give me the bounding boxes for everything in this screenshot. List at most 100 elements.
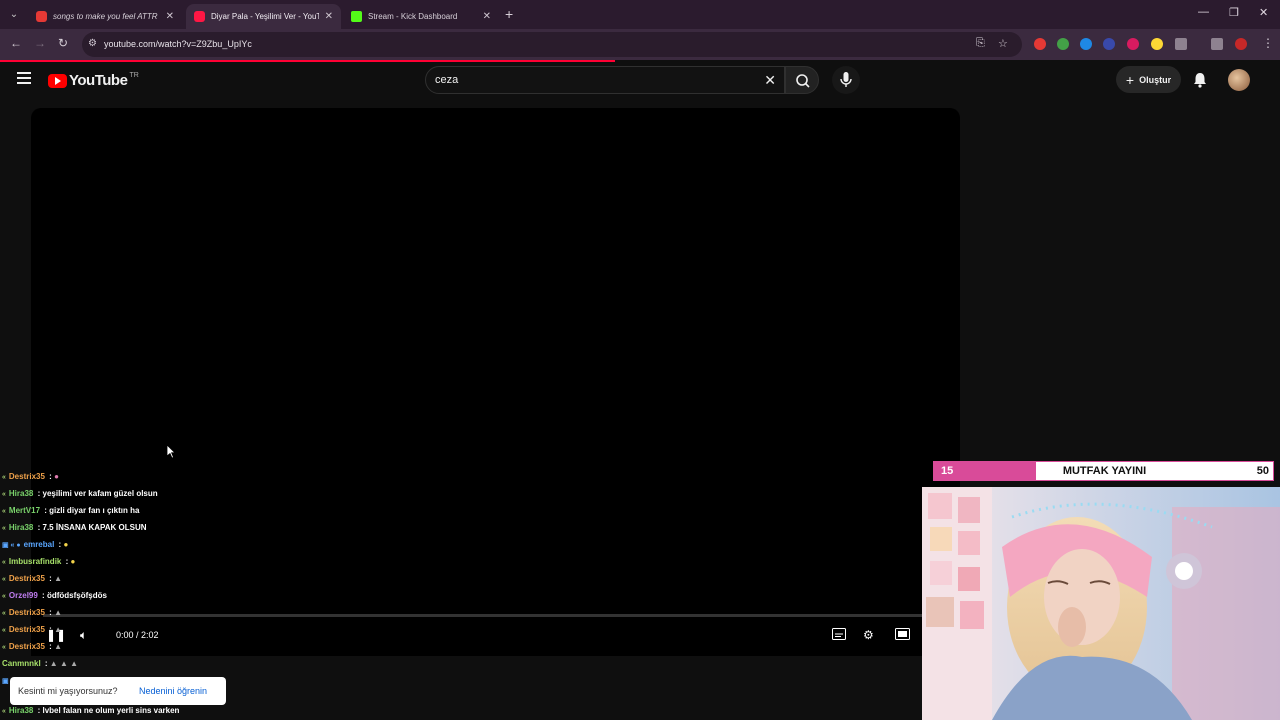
browser-toolbar: ← → ↻ ⚙ youtube.com/watch?v=Z9Zbu_UpIYc … (0, 29, 1280, 60)
notifications-button[interactable] (1192, 71, 1208, 94)
chat-badge-icon: « (2, 474, 6, 481)
extension-icon[interactable] (1080, 38, 1092, 50)
extension-icon[interactable] (1034, 38, 1046, 50)
chat-username: Destrix35 (8, 642, 45, 651)
stream-goal-bar: 15 MUTFAK YAYINI 50 (933, 461, 1274, 481)
forward-button[interactable]: → (34, 36, 46, 50)
country-code: TR (129, 72, 139, 79)
new-tab-button[interactable]: + (505, 6, 513, 22)
bookmark-star-icon[interactable]: ☆ (998, 37, 1008, 50)
chat-text: yeşilimi ver kafam güzel olsun (42, 489, 158, 498)
chat-username: Imbusrafindik (8, 557, 62, 566)
chat-badge-icon: « (2, 525, 6, 532)
tab-search-icon[interactable]: ⌄ (6, 7, 22, 23)
chat-badge-icon: « (2, 508, 6, 515)
extension-icon[interactable] (1103, 38, 1115, 50)
minimize-button[interactable]: — (1198, 6, 1209, 18)
plus-icon: + (1125, 71, 1135, 88)
theater-mode-button[interactable] (895, 628, 910, 643)
close-tab-icon[interactable]: ✕ (325, 11, 333, 22)
more-menu-icon[interactable]: ⋮ (1262, 36, 1274, 50)
close-window-button[interactable]: ✕ (1259, 6, 1268, 19)
profile-avatar[interactable] (1235, 38, 1247, 50)
url-text: youtube.com/watch?v=Z9Zbu_UpIYc (104, 39, 252, 49)
browser-tab-2[interactable]: Diyar Pala - Yeşilimi Ver - YouTu ✕ (186, 4, 341, 29)
chat-message: «Orzel99 : ödfödsfşöfşdös (2, 591, 107, 600)
chat-separator: : (35, 489, 41, 498)
chat-separator: : (46, 574, 52, 583)
browser-tab-strip: ⌄ songs to make you feel ATTR ✕ Diyar Pa… (0, 0, 1280, 29)
browser-tab-1[interactable]: songs to make you feel ATTR ✕ (28, 4, 182, 29)
chat-separator: : (63, 557, 69, 566)
browser-tab-3[interactable]: Stream - Kick Dashboard ✕ (343, 4, 499, 29)
back-button[interactable]: ← (10, 36, 22, 50)
goal-title: MUTFAK YAYINI (1062, 465, 1147, 477)
chat-username: Orzel99 (8, 591, 38, 600)
chat-username: Destrix35 (8, 608, 45, 617)
streamer-webcam-image (922, 487, 1280, 720)
emote-icon: ▲ (54, 574, 62, 583)
reading-list-icon[interactable] (1211, 38, 1223, 50)
address-bar[interactable]: ⚙ youtube.com/watch?v=Z9Zbu_UpIYc ⎘ ☆ (82, 32, 1022, 57)
search-input[interactable]: ceza ✕ (425, 66, 785, 94)
chat-separator: : (42, 506, 47, 515)
chat-message: ▣ « ● emrebal : ● (2, 540, 68, 549)
voice-search-button[interactable] (832, 66, 860, 94)
youtube-logo[interactable]: YouTube TR (48, 72, 139, 89)
chat-message: «MertV17 : gizli diyar fan ı çıktın ha (2, 506, 139, 515)
emote-icon: ▲ (54, 625, 62, 634)
chat-badge-icon: « (2, 593, 6, 600)
chat-username: Destrix35 (8, 574, 45, 583)
chat-message: «Imbusrafindik : ● (2, 557, 75, 566)
chat-badge-icon: « (2, 610, 6, 617)
webcam-overlay (922, 487, 1280, 720)
chat-username: Destrix35 (8, 472, 45, 481)
chat-separator: : (46, 472, 52, 481)
chat-message: «Destrix35 : ▲ (2, 625, 62, 634)
microphone-icon (840, 72, 852, 87)
close-tab-icon[interactable]: ✕ (166, 11, 174, 22)
kick-favicon-icon (351, 11, 362, 22)
search-icon (796, 74, 810, 88)
emote-icon: ● (63, 540, 69, 549)
reload-button[interactable]: ↻ (58, 36, 68, 50)
chat-separator: : (42, 659, 48, 668)
search-value: ceza (435, 74, 459, 86)
chat-text: lvbel falan ne olum yerli sins varken (42, 706, 180, 715)
tab-title: Stream - Kick Dashboard (368, 12, 458, 21)
site-info-icon[interactable]: ⚙ (88, 38, 97, 49)
settings-button[interactable]: ⚙ (863, 628, 874, 642)
chat-username: MertV17 (8, 506, 41, 515)
extension-icon[interactable] (1127, 38, 1139, 50)
chat-badge-icon: « (2, 644, 6, 651)
youtube-play-logo-icon (48, 73, 67, 88)
bell-icon (1194, 73, 1206, 88)
emote-icon: ● (70, 557, 76, 566)
emote-icon: ▲ ▲ ▲ (49, 659, 78, 668)
extensions-puzzle-icon[interactable] (1175, 38, 1187, 50)
clear-search-icon[interactable]: ✕ (764, 72, 776, 89)
account-avatar[interactable] (1228, 69, 1250, 91)
chat-text: ödfödsfşöfşdös (46, 591, 107, 600)
youtube-header: YouTube TR ceza ✕ + Oluştur (0, 60, 1280, 100)
chat-username: Hira38 (8, 706, 34, 715)
restore-button[interactable]: ❐ (1229, 6, 1239, 19)
goal-max: 50 (1256, 465, 1269, 477)
logo-text: YouTube (69, 72, 128, 89)
learn-why-link[interactable]: Nedenini öğrenin (139, 686, 207, 696)
subtitles-button[interactable] (832, 628, 846, 643)
youtube-favicon-icon (194, 11, 205, 22)
close-tab-icon[interactable]: ✕ (483, 11, 491, 22)
extension-icon[interactable] (1151, 38, 1163, 50)
mouse-cursor-icon (166, 444, 176, 464)
chat-message: Canmnnkl : ▲ ▲ ▲ (2, 659, 78, 668)
menu-icon[interactable] (17, 72, 31, 84)
chat-message: «Destrix35 : ● (2, 472, 59, 481)
search-button[interactable] (785, 66, 819, 94)
extension-icon[interactable] (1057, 38, 1069, 50)
create-button[interactable]: + Oluştur (1116, 66, 1181, 93)
chat-message: «Hira38 : 7.5 İNSANA KAPAK OLSUN (2, 523, 147, 532)
chat-badge-icon: « (2, 708, 6, 715)
install-app-icon[interactable]: ⎘ (976, 37, 985, 50)
chat-separator: : (39, 591, 45, 600)
